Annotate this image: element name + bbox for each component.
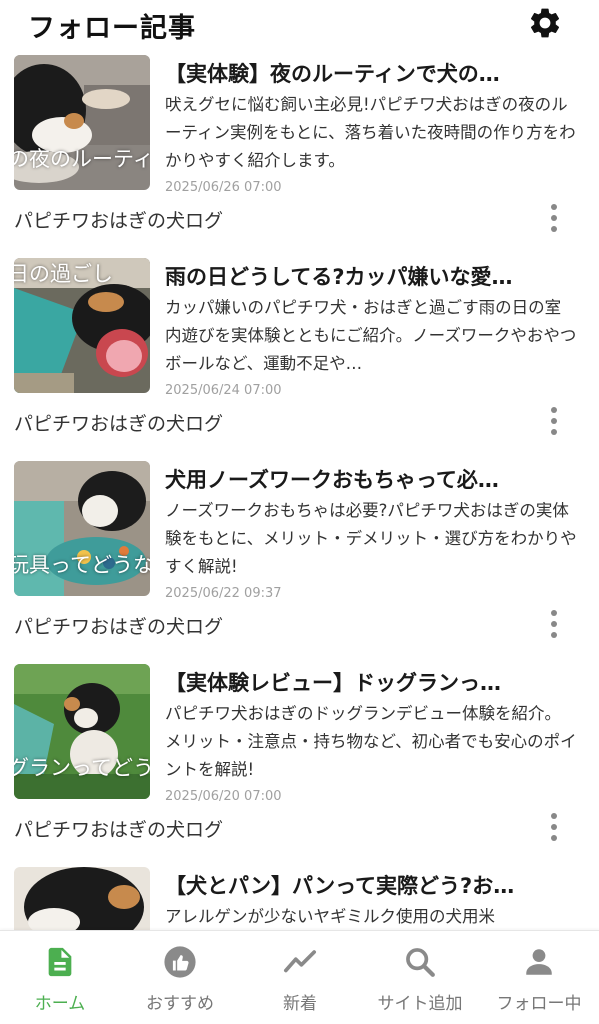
more-options-icon[interactable]: [540, 202, 568, 234]
more-options-icon[interactable]: [540, 608, 568, 640]
thumbnail-caption: 玩具ってどうな: [14, 553, 150, 577]
site-name[interactable]: パピチワおはぎの犬ログ: [14, 409, 223, 436]
site-name[interactable]: パピチワおはぎの犬ログ: [14, 815, 223, 842]
article-date: 2025/06/22 09:37: [165, 586, 282, 601]
tab-label: サイト追加: [377, 994, 463, 1014]
thumbnail-caption: の夜のルーティ: [14, 147, 150, 171]
page-title: フォロー記事: [28, 13, 196, 44]
article-excerpt: カッパ嫌いのパピチワ犬・おはぎと過ごす雨の日の室内遊びを実体験とともにご紹介。ノ…: [165, 298, 577, 373]
tab-add-site[interactable]: サイト追加: [360, 931, 480, 1024]
article-title[interactable]: 【犬とパン】パンって実際どう?お…: [165, 870, 575, 900]
article-date: 2025/06/24 07:00: [165, 383, 282, 398]
article-card[interactable]: 日の過ごし 雨の日どうしてる?カッパ嫌いな愛… カッパ嫌いのパピチワ犬・おはぎと…: [0, 253, 599, 456]
article-excerpt: アレルゲンが少ないヤギミルク使用の犬用米: [165, 907, 495, 926]
tab-recommended[interactable]: おすすめ: [120, 931, 240, 1024]
article-card[interactable]: の夜のルーティ 【実体験】夜のルーティンで犬の… 吠えグセに悩む飼い主必見!パピ…: [0, 50, 599, 253]
article-thumbnail[interactable]: グランってどうな: [14, 664, 150, 799]
article-card[interactable]: 【犬とパン】パンって実際どう?お… アレルゲンが少ないヤギミルク使用の犬用米: [0, 862, 599, 930]
article-feed[interactable]: の夜のルーティ 【実体験】夜のルーティンで犬の… 吠えグセに悩む飼い主必見!パピ…: [0, 50, 599, 930]
tab-label: ホーム: [34, 994, 86, 1014]
article-thumbnail[interactable]: 玩具ってどうな: [14, 461, 150, 596]
thumbnail-caption: 日の過ごし: [14, 262, 113, 286]
app-header: フォロー記事: [0, 0, 599, 50]
article-excerpt: 吠えグセに悩む飼い主必見!パピチワ犬おはぎの夜のルーティン実例をもとに、落ち着い…: [165, 95, 576, 170]
article-excerpt: パピチワ犬おはぎのドッグランデビュー体験を紹介。メリット・注意点・持ち物など、初…: [165, 704, 577, 779]
thumbs-up-icon: [164, 946, 196, 978]
tab-label: 新着: [283, 994, 317, 1014]
article-title[interactable]: 【実体験】夜のルーティンで犬の…: [165, 58, 575, 88]
article-thumbnail[interactable]: [14, 867, 150, 930]
article-date: 2025/06/20 07:00: [165, 789, 282, 804]
site-name[interactable]: パピチワおはぎの犬ログ: [14, 206, 223, 233]
article-title[interactable]: 雨の日どうしてる?カッパ嫌いな愛…: [165, 261, 575, 291]
article-excerpt: ノーズワークおもちゃは必要?パピチワ犬おはぎの実体験をもとに、メリット・デメリッ…: [165, 501, 577, 576]
tab-home[interactable]: ホーム: [0, 931, 120, 1024]
site-name[interactable]: パピチワおはぎの犬ログ: [14, 612, 223, 639]
tab-label: フォロー中: [496, 994, 582, 1014]
article-thumbnail[interactable]: の夜のルーティ: [14, 55, 150, 190]
person-icon: [526, 949, 552, 975]
article-card[interactable]: グランってどうな 【実体験レビュー】ドッグランっ… パピチワ犬おはぎのドッグラン…: [0, 659, 599, 862]
more-options-icon[interactable]: [540, 811, 568, 843]
article-title[interactable]: 犬用ノーズワークおもちゃって必…: [165, 464, 575, 494]
tab-label: おすすめ: [146, 994, 214, 1014]
tab-following[interactable]: フォロー中: [479, 931, 599, 1024]
document-icon: [48, 947, 72, 977]
bottom-tab-bar: ホーム おすすめ 新着 サイト追加 フォロー中: [0, 930, 599, 1024]
article-thumbnail[interactable]: 日の過ごし: [14, 258, 150, 393]
gear-icon[interactable]: [527, 5, 563, 41]
tab-new[interactable]: 新着: [240, 931, 360, 1024]
article-card[interactable]: 玩具ってどうな 犬用ノーズワークおもちゃって必… ノーズワークおもちゃは必要?パ…: [0, 456, 599, 659]
search-icon: [406, 948, 435, 977]
article-date: 2025/06/26 07:00: [165, 180, 282, 195]
article-title[interactable]: 【実体験レビュー】ドッグランっ…: [165, 667, 575, 697]
more-options-icon[interactable]: [540, 405, 568, 437]
trend-icon: [283, 950, 317, 973]
thumbnail-caption: グランってどうな: [14, 756, 150, 780]
